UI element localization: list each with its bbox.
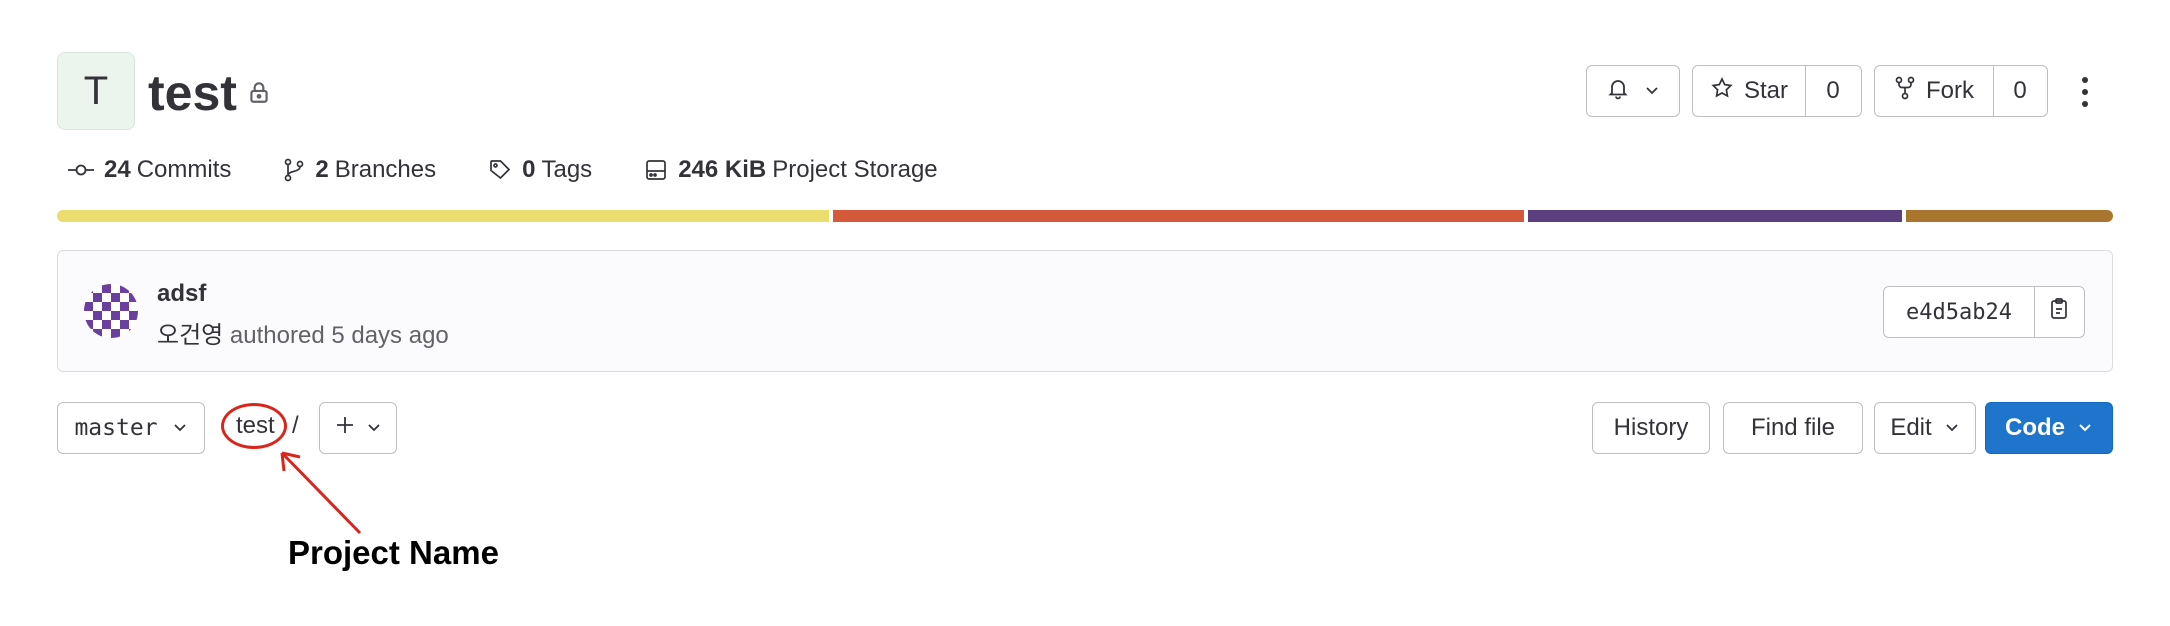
chevron-down-icon — [366, 414, 382, 442]
project-stats: 24 Commits 2 Branches 0 Tags 246 KiB Pro… — [68, 152, 990, 188]
storage-label: Project Storage — [772, 156, 938, 183]
tag-icon — [490, 160, 511, 180]
storage-icon — [646, 160, 667, 180]
chevron-down-icon — [2077, 414, 2093, 442]
language-segment — [57, 210, 829, 222]
tags-count: 0 — [522, 156, 536, 183]
branches-label: Branches — [334, 156, 437, 183]
commit-icon — [68, 164, 94, 176]
language-bar — [57, 210, 2113, 222]
star-label: Star — [1743, 77, 1788, 104]
notification-button[interactable] — [1586, 65, 1680, 117]
commit-author[interactable]: 오건영 — [157, 322, 223, 349]
annotation-label: Project Name — [288, 534, 499, 571]
history-button[interactable]: History — [1592, 402, 1710, 454]
edit-label: Edit — [1890, 414, 1932, 441]
commits-link[interactable]: 24 Commits — [68, 156, 231, 184]
star-button[interactable]: Star — [1693, 66, 1806, 116]
commit-sha[interactable]: e4d5ab24 — [1884, 287, 2035, 337]
annotation-arrow — [280, 451, 362, 535]
tags-link[interactable]: 0 Tags — [488, 156, 592, 184]
chevron-down-icon — [1644, 77, 1660, 105]
project-initial: T — [83, 68, 109, 113]
language-segment — [832, 210, 1525, 222]
copy-sha-button[interactable] — [2034, 287, 2084, 337]
bell-icon — [1606, 76, 1630, 107]
fork-count[interactable]: 0 — [1993, 66, 2047, 116]
code-dropdown-button[interactable]: Code — [1985, 402, 2113, 454]
breadcrumb-separator: / — [292, 412, 299, 439]
commits-label: Commits — [136, 156, 232, 183]
storage-size: 246 KiB — [678, 156, 767, 183]
fork-label: Fork — [1926, 77, 1974, 104]
project-avatar: T — [57, 52, 135, 130]
author-avatar[interactable] — [84, 284, 138, 338]
commit-title[interactable]: adsf — [157, 280, 206, 308]
branch-name: master — [74, 415, 158, 441]
last-commit-panel — [57, 250, 2113, 372]
commit-sha-group: e4d5ab24 — [1883, 286, 2085, 338]
lock-icon — [246, 79, 272, 105]
star-count[interactable]: 0 — [1805, 66, 1861, 116]
edit-dropdown-button[interactable]: Edit — [1874, 402, 1976, 454]
tags-label: Tags — [541, 156, 593, 183]
branches-link[interactable]: 2 Branches — [283, 156, 436, 184]
project-title: test — [148, 65, 237, 121]
clipboard-icon — [2048, 297, 2070, 328]
chevron-down-icon — [172, 414, 188, 442]
plus-icon — [334, 414, 356, 443]
commit-meta: 오건영 authored 5 days ago — [157, 315, 449, 350]
branch-icon — [285, 158, 304, 182]
star-icon — [1710, 76, 1734, 107]
fork-button[interactable]: Fork — [1875, 66, 1994, 116]
commits-count: 24 — [104, 156, 131, 183]
fork-icon — [1894, 76, 1916, 107]
annotation-circle — [221, 403, 287, 449]
branch-selector[interactable]: master — [57, 402, 205, 454]
star-button-group: Star 0 — [1692, 65, 1862, 117]
branches-count: 2 — [315, 156, 329, 183]
commit-time: authored 5 days ago — [229, 322, 449, 349]
language-segment — [1528, 210, 1902, 222]
chevron-down-icon — [1944, 414, 1960, 442]
code-label: Code — [2005, 414, 2065, 441]
storage-link[interactable]: 246 KiB Project Storage — [644, 156, 938, 184]
more-actions-icon[interactable] — [2072, 72, 2098, 112]
find-file-button[interactable]: Find file — [1723, 402, 1863, 454]
fork-button-group: Fork 0 — [1874, 65, 2048, 117]
language-segment — [1905, 210, 2113, 222]
